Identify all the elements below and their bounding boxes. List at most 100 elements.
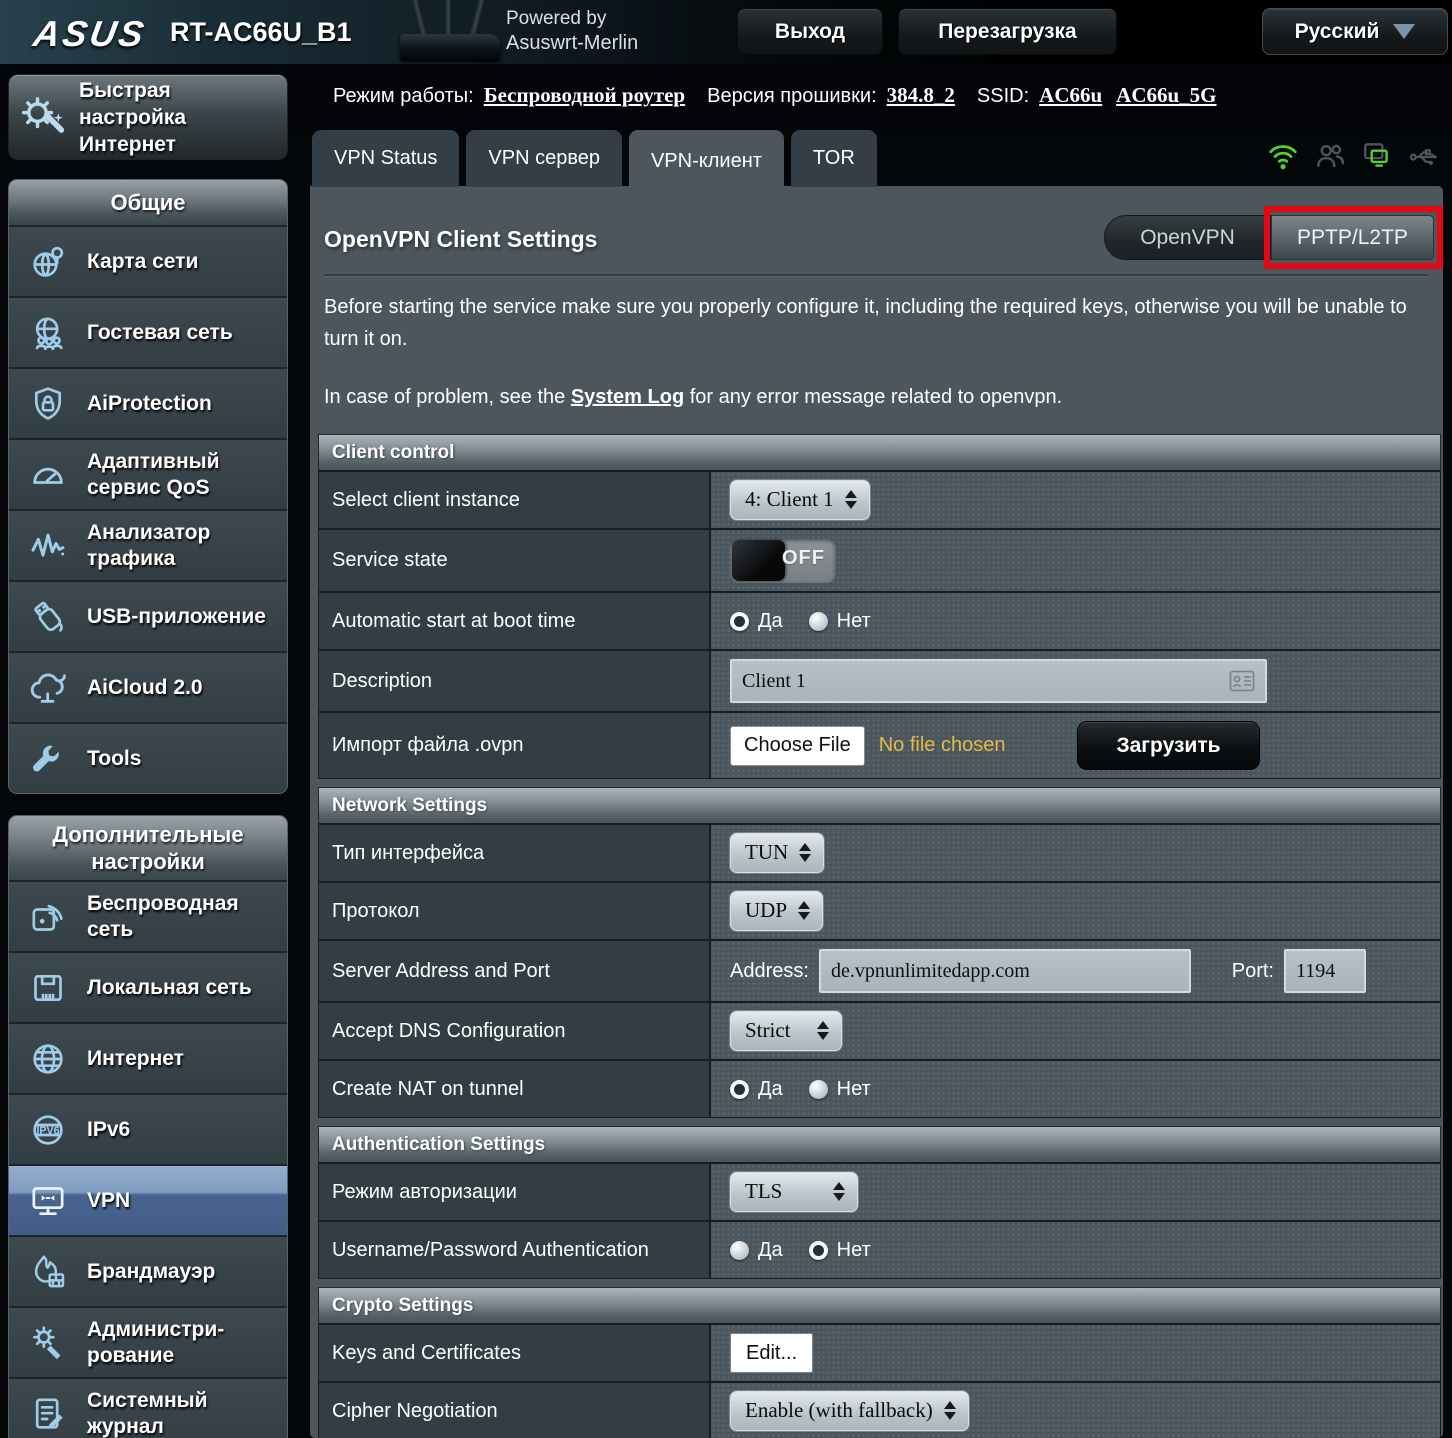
network-settings-table: Тип интерфейса TUN Протокол UDP Server A… — [318, 823, 1441, 1118]
table-row: Cipher Negotiation Enable (with fallback… — [319, 1381, 1440, 1438]
tab-tor[interactable]: TOR — [790, 130, 877, 187]
svg-text:IPV6: IPV6 — [36, 1124, 59, 1136]
table-row: Select client instance 4: Client 1 — [319, 470, 1440, 528]
clients-status-icon[interactable] — [1314, 140, 1346, 172]
sidebar-item-network-map[interactable]: Карта сети — [9, 225, 287, 296]
usb-app-icon — [21, 597, 75, 637]
radio-checked-icon — [730, 1079, 749, 1099]
sidebar-item-lan[interactable]: Локальная сеть — [9, 951, 287, 1022]
server-port-input[interactable]: 1194 — [1284, 949, 1366, 993]
reboot-button[interactable]: Перезагрузка — [898, 8, 1117, 55]
sidebar-item-wan[interactable]: Интернет — [9, 1022, 287, 1093]
section-header-authentication: Authentication Settings — [318, 1126, 1441, 1162]
ssid-24g-link[interactable]: AC66u — [1039, 83, 1102, 108]
select-arrows-icon — [799, 843, 812, 862]
table-row: Server Address and Port Address: de.vpnu… — [319, 939, 1440, 1001]
language-label: Русский — [1294, 19, 1380, 43]
sidebar-item-traffic-analyzer[interactable]: Анализатор трафика — [9, 509, 287, 580]
table-row: Service state OFF — [319, 528, 1440, 591]
sidebar-item-tools[interactable]: Tools — [9, 722, 287, 793]
guest-network-icon — [21, 313, 75, 353]
select-arrows-icon — [798, 901, 811, 920]
autostart-no-radio[interactable]: Нет — [808, 610, 871, 633]
mode-link[interactable]: Беспроводной роутер — [484, 83, 685, 108]
auth-mode-select[interactable]: TLS — [730, 1172, 858, 1212]
server-address-input[interactable]: de.vpnunlimitedapp.com — [818, 949, 1191, 993]
address-label: Address: — [730, 959, 809, 982]
qos-icon — [21, 455, 75, 495]
tab-vpn-status[interactable]: VPN Status — [312, 130, 460, 187]
title-divider — [324, 274, 1427, 276]
interface-type-select[interactable]: TUN — [730, 833, 825, 873]
pptp-l2tp-type-button[interactable]: PPTP/L2TP — [1271, 215, 1434, 260]
client-instance-select[interactable]: 4: Client 1 — [730, 480, 870, 520]
router-admin-page: ASUS RT-AC66U_B1 Powered by Asuswrt-Merl… — [0, 0, 1452, 1438]
sidebar-item-ipv6[interactable]: IPV6 IPv6 — [9, 1093, 287, 1164]
userpass-no-radio[interactable]: Нет — [808, 1239, 871, 1262]
upload-button[interactable]: Загрузить — [1077, 721, 1260, 770]
row-label: Импорт файла .ovpn — [319, 713, 711, 778]
firmware-label: Версия прошивки: — [707, 85, 877, 107]
edit-keys-button[interactable]: Edit... — [730, 1333, 814, 1373]
client-control-table: Select client instance 4: Client 1 Servi… — [318, 470, 1441, 779]
sidebar-item-qos[interactable]: Адаптивный сервис QoS — [9, 438, 287, 509]
row-label: Keys and Certificates — [319, 1325, 711, 1381]
sidebar-item-vpn[interactable]: VPN — [9, 1164, 287, 1235]
row-label: Cipher Negotiation — [319, 1383, 711, 1438]
ssid-5g-link[interactable]: AC66u_5G — [1116, 83, 1216, 108]
toggle-knob — [732, 540, 785, 581]
sidebar-item-wireless[interactable]: Беспроводная сеть — [9, 880, 287, 951]
usb-status-icon[interactable] — [1408, 140, 1440, 172]
firmware-link[interactable]: 384.8_2 — [887, 83, 955, 108]
sidebar-item-aiprotection[interactable]: AiProtection — [9, 367, 287, 438]
powered-by: Powered by Asuswrt-Merlin — [506, 8, 639, 54]
ssid-label: SSID: — [976, 85, 1030, 107]
status-icons — [1267, 140, 1440, 172]
section-header-crypto: Crypto Settings — [318, 1287, 1441, 1323]
cipher-negotiation-select[interactable]: Enable (with fallback) — [730, 1391, 969, 1431]
system-log-link[interactable]: System Log — [571, 386, 684, 408]
nav-section-general-title: Общие — [9, 180, 287, 225]
logout-button[interactable]: Выход — [737, 8, 883, 55]
description-input[interactable]: Client 1 — [730, 659, 1267, 703]
wired-clients-status-icon[interactable] — [1361, 140, 1393, 172]
chevron-down-icon — [1393, 24, 1416, 39]
row-label: Server Address and Port — [319, 941, 711, 1001]
accept-dns-select[interactable]: Strict — [730, 1011, 842, 1051]
table-row: Тип интерфейса TUN — [319, 823, 1440, 881]
ipv6-icon: IPV6 — [21, 1110, 75, 1150]
tab-vpn-server[interactable]: VPN сервер — [466, 130, 622, 187]
sidebar-item-system-log[interactable]: Системный журнал — [9, 1377, 287, 1438]
protocol-select[interactable]: UDP — [730, 891, 824, 931]
aiprotection-icon — [21, 384, 75, 424]
radio-icon — [808, 611, 828, 631]
profile-list-icon[interactable] — [1229, 670, 1255, 692]
traffic-analyzer-icon — [21, 526, 75, 566]
tools-icon — [21, 739, 75, 779]
mode-label: Режим работы: — [333, 85, 474, 107]
language-selector[interactable]: Русский — [1262, 8, 1448, 55]
choose-file-button[interactable]: Choose File — [730, 725, 865, 766]
sidebar-item-firewall[interactable]: Брандмауэр — [9, 1235, 287, 1306]
sidebar: Быстрая настройка Интернет Общие Карта с… — [8, 74, 288, 1438]
port-label: Port: — [1231, 959, 1274, 982]
sidebar-item-guest-network[interactable]: Гостевая сеть — [9, 296, 287, 367]
autostart-yes-radio[interactable]: Да — [730, 610, 783, 633]
section-header-client-control: Client control — [318, 434, 1441, 470]
sidebar-item-administration[interactable]: Администри- рование — [9, 1306, 287, 1377]
service-state-toggle[interactable]: OFF — [730, 538, 836, 583]
quick-setup-button[interactable]: Быстрая настройка Интернет — [8, 74, 288, 160]
openvpn-type-button[interactable]: OpenVPN — [1104, 215, 1271, 260]
nat-yes-radio[interactable]: Да — [730, 1078, 783, 1101]
userpass-yes-radio[interactable]: Да — [730, 1239, 783, 1262]
sidebar-item-aicloud[interactable]: AiCloud 2.0 — [9, 651, 287, 722]
tab-vpn-client[interactable]: VPN-клиент — [628, 130, 784, 193]
select-arrows-icon — [943, 1401, 956, 1420]
row-label: Service state — [319, 530, 711, 591]
wifi-status-icon[interactable] — [1267, 140, 1299, 172]
row-label: Режим авторизации — [319, 1164, 711, 1220]
nat-no-radio[interactable]: Нет — [808, 1078, 871, 1101]
firewall-icon — [21, 1252, 75, 1292]
vpn-type-switch: OpenVPN PPTP/L2TP — [1104, 206, 1443, 269]
sidebar-item-usb-application[interactable]: USB-приложение — [9, 580, 287, 651]
